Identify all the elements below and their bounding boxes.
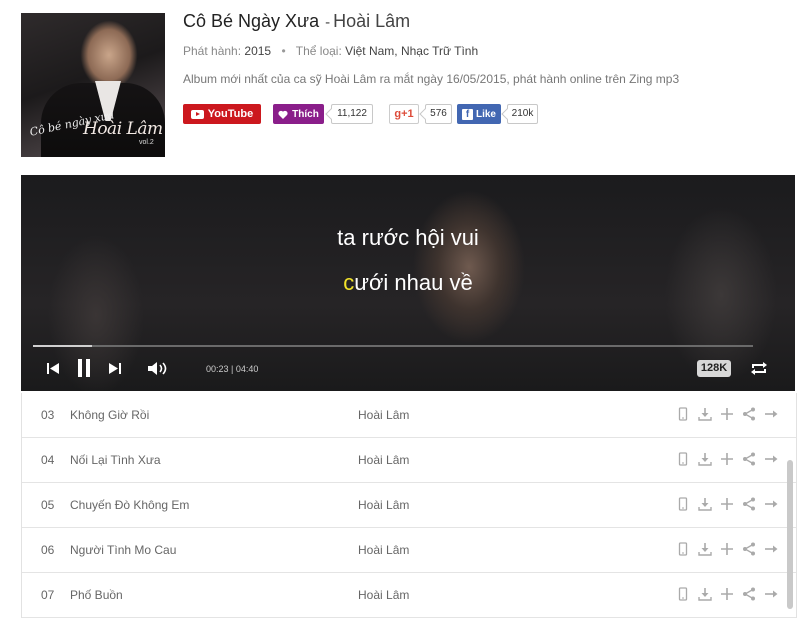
forward-icon[interactable]	[763, 496, 779, 512]
track-artist[interactable]: Hoài Lâm	[358, 453, 409, 467]
time-separator: |	[231, 364, 234, 374]
track-actions	[675, 541, 779, 557]
album-meta: Phát hành: 2015 • Thể loại: Việt Nam, Nh…	[183, 44, 478, 58]
download-icon[interactable]	[697, 586, 713, 602]
track-artist[interactable]: Hoài Lâm	[358, 588, 409, 602]
genre-links[interactable]: Việt Nam, Nhạc Trữ Tình	[345, 44, 478, 58]
track-number: 06	[41, 543, 55, 557]
mobile-icon[interactable]	[675, 496, 691, 512]
track-title[interactable]: Không Giờ Rồi	[70, 408, 149, 422]
repeat-icon[interactable]	[750, 361, 768, 376]
track-row[interactable]: 04 Nối Lại Tình Xưa Hoài Lâm	[22, 438, 796, 483]
track-title[interactable]: Nối Lại Tình Xưa	[70, 453, 161, 467]
facebook-icon: f	[461, 108, 473, 120]
mobile-icon[interactable]	[675, 406, 691, 422]
time-display: 00:23 | 04:40	[206, 364, 258, 374]
like-label: Thích	[292, 108, 319, 120]
download-icon[interactable]	[697, 406, 713, 422]
progress-fill	[33, 345, 93, 347]
prev-icon[interactable]	[46, 362, 60, 375]
like-count: 11,122	[331, 104, 373, 124]
add-icon[interactable]	[719, 406, 735, 422]
youtube-play-icon	[190, 109, 204, 119]
lyric-highlight: c	[343, 270, 355, 295]
release-year: 2015	[244, 44, 272, 58]
add-icon[interactable]	[719, 541, 735, 557]
track-title[interactable]: Phố Buồn	[70, 588, 123, 602]
track-row[interactable]: 07 Phố Buồn Hoài Lâm	[22, 573, 796, 618]
mobile-icon[interactable]	[675, 541, 691, 557]
lyric-rest: ưới nhau về	[354, 270, 473, 295]
quality-button[interactable]: 128K	[697, 360, 731, 377]
album-title: Cô Bé Ngày Xưa	[183, 11, 320, 31]
genre-label: Thể loại:	[295, 44, 342, 58]
mobile-icon[interactable]	[675, 451, 691, 467]
album-description: Album mới nhất của ca sỹ Hoài Lâm ra mắt…	[183, 72, 680, 86]
youtube-label: YouTube	[207, 108, 254, 120]
track-number: 05	[41, 498, 55, 512]
mobile-icon[interactable]	[675, 586, 691, 602]
forward-icon[interactable]	[763, 586, 779, 602]
track-number: 03	[41, 408, 55, 422]
meta-dot: •	[281, 44, 286, 58]
forward-icon[interactable]	[763, 406, 779, 422]
lyric-player: ta rước hội vui cưới nhau về 00:23 | 04:…	[21, 175, 795, 391]
track-artist[interactable]: Hoài Lâm	[358, 408, 409, 422]
lyric-line-1: ta rước hội vui	[337, 225, 479, 250]
youtube-button[interactable]: YouTube	[183, 104, 261, 124]
facebook-like-button[interactable]: f Like	[457, 104, 501, 124]
album-heading: Cô Bé Ngày Xưa - Hoài Lâm	[183, 11, 410, 32]
album-artist-link[interactable]: Hoài Lâm	[333, 11, 410, 31]
track-title[interactable]: Chuyến Đò Không Em	[70, 498, 189, 512]
facebook-count: 210k	[507, 104, 538, 124]
gplus-count: 576	[425, 104, 452, 124]
lyric-line-2: cưới nhau về	[21, 270, 795, 296]
heart-icon	[278, 110, 288, 119]
forward-icon[interactable]	[763, 451, 779, 467]
share-icon[interactable]	[741, 451, 757, 467]
pause-icon[interactable]	[76, 358, 92, 378]
track-actions	[675, 406, 779, 422]
track-artist[interactable]: Hoài Lâm	[358, 498, 409, 512]
like-button[interactable]: Thích	[273, 104, 324, 124]
track-number: 07	[41, 588, 55, 602]
track-artist[interactable]: Hoài Lâm	[358, 543, 409, 557]
gplus-button[interactable]: g+1	[389, 104, 419, 124]
title-separator: -	[325, 14, 331, 31]
track-actions	[675, 451, 779, 467]
track-row[interactable]: 03 Không Giờ Rồi Hoài Lâm	[22, 393, 796, 438]
track-row[interactable]: 06 Người Tình Mo Cau Hoài Lâm	[22, 528, 796, 573]
track-actions	[675, 586, 779, 602]
track-number: 04	[41, 453, 55, 467]
share-icon[interactable]	[741, 406, 757, 422]
album-cover: Cô bé ngày xưa Hoài Lâm vol.2	[21, 13, 165, 157]
cover-artist-name: Hoài Lâm	[83, 119, 163, 139]
download-icon[interactable]	[697, 496, 713, 512]
track-actions	[675, 496, 779, 512]
forward-icon[interactable]	[763, 541, 779, 557]
share-icon[interactable]	[741, 496, 757, 512]
add-icon[interactable]	[719, 496, 735, 512]
share-icon[interactable]	[741, 541, 757, 557]
current-time: 00:23	[206, 364, 229, 374]
volume-icon[interactable]	[147, 361, 171, 376]
total-time: 04:40	[235, 364, 259, 374]
download-icon[interactable]	[697, 541, 713, 557]
track-list: 03 Không Giờ Rồi Hoài Lâm 04 Nối Lại Tình Xư…	[21, 393, 797, 618]
share-icon[interactable]	[741, 586, 757, 602]
progress-bar[interactable]	[33, 345, 753, 347]
track-title[interactable]: Người Tình Mo Cau	[70, 543, 176, 557]
scrollbar[interactable]	[787, 460, 793, 609]
add-icon[interactable]	[719, 586, 735, 602]
add-icon[interactable]	[719, 451, 735, 467]
cover-volume: vol.2	[139, 139, 154, 146]
facebook-like-label: Like	[475, 108, 496, 120]
release-label: Phát hành:	[183, 44, 242, 58]
next-icon[interactable]	[108, 362, 122, 375]
download-icon[interactable]	[697, 451, 713, 467]
track-row[interactable]: 05 Chuyến Đò Không Em Hoài Lâm	[22, 483, 796, 528]
